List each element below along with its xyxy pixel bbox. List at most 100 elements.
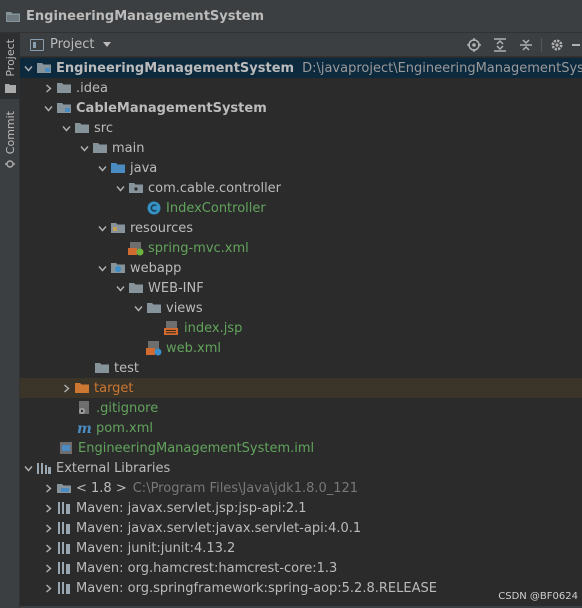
web-folder-icon xyxy=(110,260,126,276)
webinf-label: WEB-INF xyxy=(148,280,204,296)
view-selector-label: Project xyxy=(50,37,95,52)
project-icon xyxy=(6,11,20,22)
module-folder-icon xyxy=(36,60,52,76)
gitignore-label: .gitignore xyxy=(96,400,159,416)
library-icon xyxy=(56,560,72,576)
tree-row-web-xml[interactable]: web.xml xyxy=(20,338,582,358)
spring-xml-label: spring-mvc.xml xyxy=(148,240,249,256)
tree-row-jdk[interactable]: < 1.8 > C:\Program Files\Java\jdk1.8.0_1… xyxy=(20,478,582,498)
chevron-down-icon[interactable] xyxy=(20,58,36,78)
stripe-tab-commit[interactable]: Commit xyxy=(0,111,20,173)
folder-icon xyxy=(92,140,108,156)
chevron-right-icon[interactable] xyxy=(40,78,56,98)
tree-row-target[interactable]: target xyxy=(20,378,582,398)
tree-row-resources[interactable]: resources xyxy=(20,218,582,238)
controller-label: IndexController xyxy=(166,200,266,216)
chevron-right-icon[interactable] xyxy=(40,578,56,598)
tree-row-library[interactable]: Maven: org.hamcrest:hamcrest-core:1.3 xyxy=(20,558,582,578)
root-label: EngineeringManagementSystem xyxy=(56,60,295,76)
libraries-icon xyxy=(36,460,52,476)
main-label: main xyxy=(112,140,145,156)
jdk-icon xyxy=(56,480,72,496)
chevron-down-icon[interactable] xyxy=(94,258,110,278)
toolbar-separator xyxy=(541,38,542,52)
title-bar: EngineeringManagementSystem xyxy=(0,0,582,33)
collapse-all-icon[interactable] xyxy=(513,33,539,57)
java-label: java xyxy=(130,160,158,176)
tool-window-stripe: Project Commit xyxy=(0,33,20,608)
stripe-tab-project-label: Project xyxy=(3,39,17,77)
tree-row-test[interactable]: test xyxy=(20,358,582,378)
chevron-down-icon[interactable] xyxy=(58,118,74,138)
test-label: test xyxy=(114,360,139,376)
watermark: CSDN @BF0624 xyxy=(498,591,578,602)
chevron-down-icon[interactable] xyxy=(76,138,92,158)
chevron-right-icon[interactable] xyxy=(40,558,56,578)
tree-row-spring-xml[interactable]: spring-mvc.xml xyxy=(20,238,582,258)
library-label: Maven: javax.servlet.jsp:jsp-api:2.1 xyxy=(76,500,307,516)
chevron-right-icon[interactable] xyxy=(40,518,56,538)
tree-row-java[interactable]: java xyxy=(20,158,582,178)
hide-icon[interactable] xyxy=(570,33,582,57)
module-label: CableManagementSystem xyxy=(76,100,267,116)
svg-text:m: m xyxy=(77,421,92,436)
tree-row-external-libraries[interactable]: External Libraries xyxy=(20,458,582,478)
window-title: EngineeringManagementSystem xyxy=(26,8,265,24)
module-folder-icon xyxy=(56,100,72,116)
tree-row-library[interactable]: Maven: javax.servlet.jsp:jsp-api:2.1 xyxy=(20,498,582,518)
tree-row-iml[interactable]: EngineeringManagementSystem.iml xyxy=(20,438,582,458)
module-file-icon xyxy=(58,440,74,456)
external-libraries-label: External Libraries xyxy=(56,460,171,476)
chevron-down-icon[interactable] xyxy=(40,98,56,118)
stripe-tab-commit-label: Commit xyxy=(3,111,17,155)
package-label: com.cable.controller xyxy=(148,180,282,196)
chevron-down-icon[interactable] xyxy=(94,218,110,238)
tree-row-idea[interactable]: .idea xyxy=(20,78,582,98)
project-tree: EngineeringManagementSystem D:\javaproje… xyxy=(20,58,582,608)
tree-row-gitignore[interactable]: .gitignore xyxy=(20,398,582,418)
chevron-right-icon[interactable] xyxy=(40,538,56,558)
jdk-label: < 1.8 > xyxy=(76,480,127,496)
resources-label: resources xyxy=(130,220,194,236)
gitignore-icon xyxy=(76,400,92,416)
jdk-path: C:\Program Files\Java\jdk1.8.0_121 xyxy=(132,480,359,496)
folder-icon xyxy=(94,360,110,376)
chevron-down-icon[interactable] xyxy=(112,278,128,298)
tree-row-main[interactable]: main xyxy=(20,138,582,158)
expand-all-icon[interactable] xyxy=(487,33,513,57)
chevron-down-icon[interactable] xyxy=(112,178,128,198)
chevron-down-icon[interactable] xyxy=(130,298,146,318)
library-icon xyxy=(56,500,72,516)
gear-icon[interactable] xyxy=(544,33,570,57)
folder-icon xyxy=(74,120,90,136)
java-class-icon xyxy=(146,200,162,216)
view-selector[interactable]: Project xyxy=(30,37,112,52)
tree-row-pom[interactable]: m pom.xml xyxy=(20,418,582,438)
stripe-tab-project[interactable]: Project xyxy=(0,33,20,99)
tree-row-index-jsp[interactable]: index.jsp xyxy=(20,318,582,338)
tree-row-library[interactable]: Maven: junit:junit:4.13.2 xyxy=(20,538,582,558)
folder-icon xyxy=(56,80,72,96)
chevron-down-icon[interactable] xyxy=(20,458,36,478)
tree-row-controller[interactable]: IndexController xyxy=(20,198,582,218)
tree-row-views[interactable]: views xyxy=(20,298,582,318)
jsp-file-icon xyxy=(164,320,180,336)
chevron-down-icon[interactable] xyxy=(94,158,110,178)
iml-label: EngineeringManagementSystem.iml xyxy=(78,440,315,456)
tree-row-module[interactable]: CableManagementSystem xyxy=(20,98,582,118)
library-label: Maven: org.springframework:spring-aop:5.… xyxy=(76,580,437,596)
locate-icon[interactable] xyxy=(461,33,487,57)
tree-row-library[interactable]: Maven: javax.servlet:javax.servlet-api:4… xyxy=(20,518,582,538)
tree-row-package[interactable]: com.cable.controller xyxy=(20,178,582,198)
chevron-right-icon[interactable] xyxy=(58,378,74,398)
chevron-right-icon[interactable] xyxy=(40,478,56,498)
tree-row-root[interactable]: EngineeringManagementSystem D:\javaproje… xyxy=(20,58,582,78)
web-xml-icon xyxy=(146,340,162,356)
chevron-right-icon[interactable] xyxy=(40,498,56,518)
library-label: Maven: junit:junit:4.13.2 xyxy=(76,540,236,556)
project-toolbar: Project xyxy=(20,33,582,57)
tree-row-webinf[interactable]: WEB-INF xyxy=(20,278,582,298)
library-label: Maven: org.hamcrest:hamcrest-core:1.3 xyxy=(76,560,338,576)
tree-row-webapp[interactable]: webapp xyxy=(20,258,582,278)
tree-row-src[interactable]: src xyxy=(20,118,582,138)
